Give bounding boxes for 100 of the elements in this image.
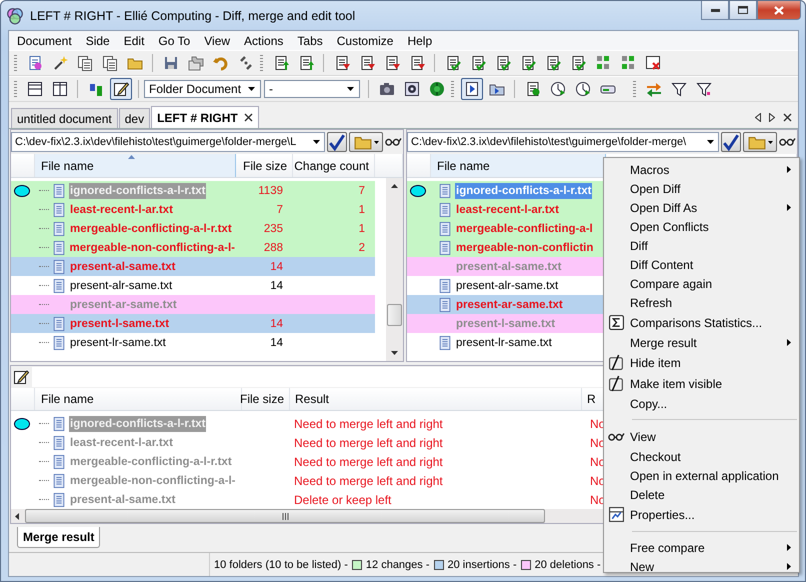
- open-folder-button[interactable]: [743, 132, 777, 152]
- file-size: 7: [276, 204, 283, 216]
- file-row[interactable]: mergeable-non-conflicting-a-l- 288 2: [11, 238, 375, 257]
- scroll-thumb[interactable]: [25, 509, 545, 523]
- file-icon: [52, 316, 66, 332]
- scroll-left-icon[interactable]: [15, 512, 19, 520]
- menu-item[interactable]: Actions: [237, 34, 290, 48]
- legend-label: 12 changes -: [366, 558, 430, 570]
- previous-icon[interactable]: [755, 113, 761, 122]
- path-field[interactable]: C:\dev-fix\2.3.ix\dev\filehisto\test\guimerge\folder-merge\: [407, 132, 719, 152]
- menu-item[interactable]: Properties...: [604, 504, 799, 525]
- menu-item[interactable]: Tabs: [290, 34, 330, 48]
- file-name: present-l-same.txt: [455, 316, 556, 332]
- menu-item[interactable]: New: [604, 557, 799, 576]
- panel-tab[interactable]: Merge result: [17, 527, 100, 548]
- dropdown-arrow-icon: [248, 87, 255, 91]
- glasses-icon[interactable]: [385, 138, 402, 146]
- file-name: present-ar-same.txt: [69, 298, 178, 312]
- document-tab[interactable]: untitled document: [11, 108, 118, 128]
- menu-item[interactable]: Diff Content: [604, 255, 799, 274]
- file-name: present-al-same.txt: [69, 260, 176, 274]
- glasses-icon: [608, 432, 625, 440]
- scroll-down-icon[interactable]: [391, 351, 398, 355]
- edit-icon[interactable]: [13, 369, 29, 385]
- document-tab[interactable]: LEFT # RIGHT: [151, 106, 259, 128]
- menu-item[interactable]: Document: [10, 34, 79, 48]
- file-icon: [438, 202, 452, 218]
- column-header[interactable]: File name: [35, 154, 236, 177]
- menu-item[interactable]: Open in external application: [604, 466, 799, 485]
- scroll-up-icon[interactable]: [391, 184, 398, 188]
- minimize-icon: [710, 8, 720, 12]
- menu-item[interactable]: Open Conflicts: [604, 217, 799, 236]
- file-icon: [52, 220, 66, 236]
- file-size: 288: [264, 242, 283, 254]
- close-icon[interactable]: [783, 113, 792, 122]
- file-icon: [438, 220, 452, 236]
- legend-label: 20 insertions -: [448, 558, 517, 570]
- menu-item[interactable]: Side: [78, 34, 117, 48]
- file-name: present-lr-same.txt: [69, 336, 167, 350]
- menu-item[interactable]: View: [604, 426, 799, 447]
- menu-item[interactable]: View: [197, 34, 238, 48]
- file-name: present-l-same.txt: [69, 316, 170, 332]
- menu-item[interactable]: Diff: [604, 236, 799, 255]
- glasses-icon[interactable]: [779, 138, 796, 146]
- file-icon: [52, 240, 66, 256]
- file-icon: [52, 334, 66, 350]
- menu-item[interactable]: Macros: [604, 160, 799, 179]
- menu-item[interactable]: Hide item: [604, 352, 799, 373]
- file-size: 14: [270, 318, 283, 330]
- maximize-button[interactable]: [729, 1, 757, 20]
- column-header[interactable]: Change count: [293, 154, 375, 177]
- column-header[interactable]: Result: [290, 388, 582, 410]
- edit-icon[interactable]: [110, 78, 132, 100]
- menu-item[interactable]: Go To: [151, 34, 198, 48]
- check-icon: [722, 133, 740, 151]
- apply-button[interactable]: [327, 132, 347, 152]
- apply-button[interactable]: [721, 132, 741, 152]
- file-icon: [52, 454, 66, 470]
- column-header[interactable]: File size: [236, 154, 293, 177]
- column-header[interactable]: File name: [431, 154, 606, 177]
- next-icon[interactable]: [769, 113, 775, 122]
- menu-item[interactable]: Merge result: [604, 333, 799, 352]
- vertical-scrollbar[interactable]: [386, 178, 403, 361]
- column-header[interactable]: File size: [242, 388, 290, 410]
- menu-item[interactable]: Refresh: [604, 293, 799, 312]
- change-count: 1: [358, 204, 365, 216]
- menu-item[interactable]: Customize: [330, 34, 400, 48]
- grip-icon: [282, 512, 288, 520]
- menu-item[interactable]: Open Diff As: [604, 198, 799, 217]
- menu-item[interactable]: Help: [400, 34, 440, 48]
- dropdown-arrow-icon: [768, 140, 772, 144]
- change-count: 1: [358, 222, 365, 234]
- close-button[interactable]: [757, 1, 801, 20]
- file-row[interactable]: mergeable-conflicting-a-l-r.txt 235 1: [11, 219, 375, 238]
- play-icon[interactable]: [460, 78, 482, 100]
- close-icon[interactable]: [244, 113, 253, 122]
- open-folder-button[interactable]: [349, 132, 383, 152]
- file-size: 14: [270, 280, 283, 292]
- dropdown-arrow-icon: [707, 140, 714, 144]
- menu-item[interactable]: Open Diff: [604, 179, 799, 198]
- merge-result: Need to merge left and right: [294, 454, 443, 468]
- file-row[interactable]: least-recent-l-ar.txt 7 1: [11, 200, 375, 219]
- menu-item[interactable]: Copy...: [604, 394, 799, 413]
- menu-item[interactable]: Edit: [116, 34, 152, 48]
- menu-item[interactable]: Free compare: [604, 538, 799, 557]
- column-header[interactable]: File name: [35, 388, 242, 410]
- path-field[interactable]: C:\dev-fix\2.3.ix\dev\filehisto\test\guimerge\folder-merge\L: [11, 132, 325, 152]
- scroll-thumb[interactable]: [387, 304, 402, 326]
- properties-icon: [608, 506, 625, 523]
- file-row[interactable]: ignored-conflicts-a-l-r.txt 1139 7: [11, 181, 375, 200]
- menu-item[interactable]: Comparisons Statistics...: [604, 312, 799, 333]
- merge-result: Need to merge left and right: [294, 436, 443, 450]
- dropdown[interactable]: -: [264, 80, 360, 98]
- minimize-button[interactable]: [701, 1, 729, 20]
- dropdown[interactable]: Folder Document: [144, 80, 261, 98]
- menu-item[interactable]: Delete: [604, 485, 799, 504]
- menu-item[interactable]: Make item visible: [604, 373, 799, 394]
- menu-item[interactable]: Compare again: [604, 274, 799, 293]
- document-tab[interactable]: dev: [118, 108, 150, 128]
- menu-item[interactable]: Checkout: [604, 447, 799, 466]
